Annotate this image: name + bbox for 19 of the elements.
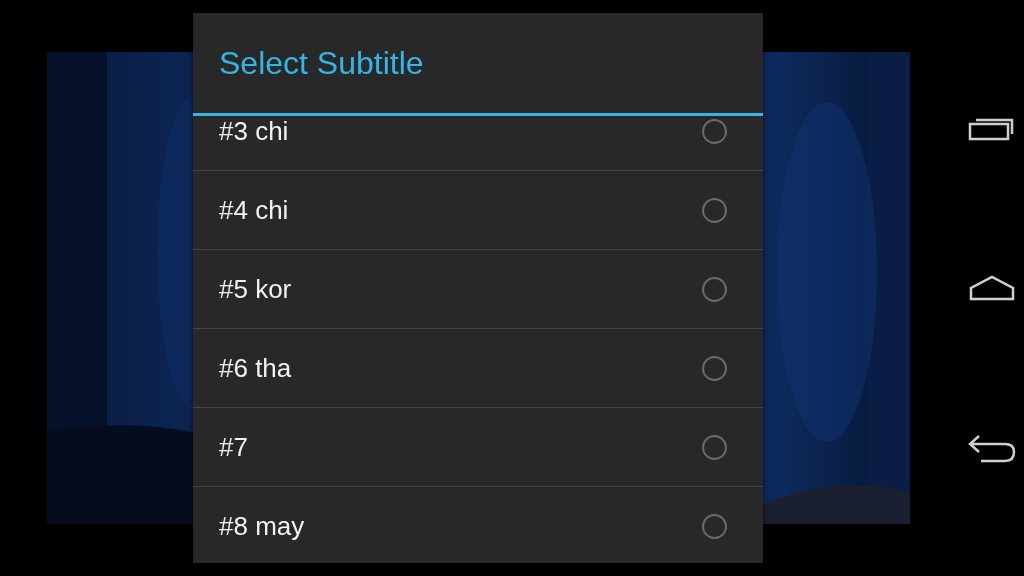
radio-button[interactable] xyxy=(702,197,727,223)
subtitle-option[interactable]: #4 chi xyxy=(193,171,763,250)
radio-button[interactable] xyxy=(702,276,727,302)
option-label: #4 chi xyxy=(219,194,289,226)
dialog-title: Select Subtitle xyxy=(193,13,763,116)
radio-button[interactable] xyxy=(702,513,727,539)
option-label: #3 chi xyxy=(219,116,289,147)
option-label: #8 may xyxy=(219,510,305,542)
radio-button[interactable] xyxy=(702,355,727,381)
radio-button[interactable] xyxy=(702,118,727,144)
option-label: #7 xyxy=(219,431,248,463)
subtitle-option[interactable]: #3 chi xyxy=(193,116,763,171)
subtitle-option[interactable]: #8 may xyxy=(193,487,763,563)
radio-button[interactable] xyxy=(702,434,727,460)
subtitle-option[interactable]: #7 xyxy=(193,408,763,487)
option-label: #5 kor xyxy=(219,273,292,305)
option-label: #6 tha xyxy=(219,352,292,384)
subtitle-option[interactable]: #6 tha xyxy=(193,329,763,408)
subtitle-option[interactable]: #5 kor xyxy=(193,250,763,329)
